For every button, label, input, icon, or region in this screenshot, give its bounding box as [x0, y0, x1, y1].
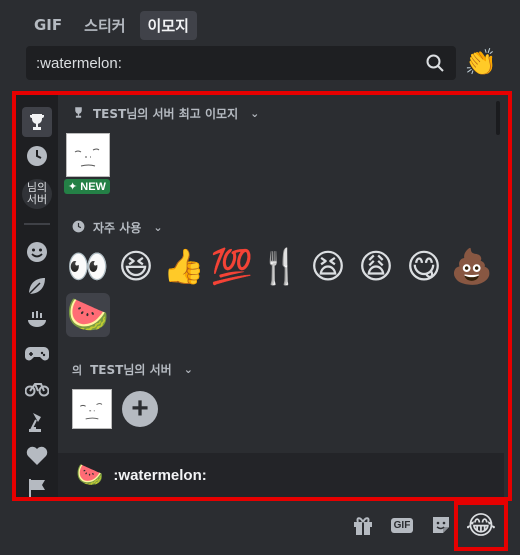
nature-icon[interactable] — [22, 271, 52, 301]
lamp-icon[interactable] — [22, 407, 52, 437]
section-server-header[interactable]: 의 TEST님의 서버 ⌄ — [72, 361, 193, 378]
search-input[interactable]: :watermelon: — [36, 55, 424, 72]
frequent-row-1: 👀 😆 👍 💯 🍴 😫 😩 😋 💩 — [66, 245, 494, 289]
tab-gif[interactable]: GIF — [26, 12, 70, 38]
chevron-down-icon: ⌄ — [153, 221, 163, 234]
search-icon[interactable] — [424, 52, 446, 74]
emoji-laughing[interactable]: 😆 — [114, 245, 158, 289]
section-top-header[interactable]: TEST님의 서버 최고 이모지 ⌄ — [72, 105, 259, 122]
picker-tabs: GIF 스티커 이모지 — [26, 10, 197, 40]
emoji-grid-area: TEST님의 서버 최고 이모지 ⌄ ✦ NEW 자주 사용 ⌄ 👀 😆 👍 💯… — [58, 95, 504, 497]
bicycle-icon[interactable] — [22, 373, 52, 403]
clock-icon[interactable] — [22, 141, 52, 171]
food-icon[interactable] — [22, 305, 52, 335]
custom-emoji-face[interactable] — [66, 133, 110, 177]
tab-emoji[interactable]: 이모지 — [139, 10, 197, 40]
category-rail: 님의 서버 — [16, 95, 58, 497]
tab-stickers[interactable]: 스티커 — [76, 11, 133, 40]
emoji-picker: 님의 서버 TEST님의 서버 최고 이모지 ⌄ ✦ NEW 자주 사용 ⌄ 👀… — [12, 91, 512, 501]
chevron-down-icon: ⌄ — [183, 363, 193, 376]
scrollbar[interactable] — [496, 101, 500, 135]
preview-emoji: 🍉 — [76, 462, 104, 488]
people-icon[interactable] — [22, 237, 52, 267]
emoji-weary[interactable]: 😩 — [354, 245, 398, 289]
gamepad-icon[interactable] — [22, 339, 52, 369]
emoji-poop[interactable]: 💩 — [450, 245, 494, 289]
server-icon: 의 — [72, 363, 83, 377]
emoji-thumbsup[interactable]: 👍 — [162, 245, 206, 289]
emoji-watermelon[interactable]: 🍉 — [66, 293, 110, 337]
server-icon[interactable]: 님의 서버 — [22, 179, 52, 209]
flag-icon[interactable] — [22, 473, 52, 497]
frequent-row-2: 🍉 — [66, 293, 110, 337]
rail-divider — [24, 223, 50, 225]
emoji-eyes[interactable]: 👀 — [66, 245, 110, 289]
emoji-fork-knife[interactable]: 🍴 — [258, 245, 302, 289]
custom-emoji-face[interactable] — [72, 389, 112, 429]
section-title: 자주 사용 — [93, 221, 142, 235]
gift-icon[interactable] — [350, 512, 376, 538]
section-frequent-header[interactable]: 자주 사용 ⌄ — [72, 219, 163, 236]
preview-name: :watermelon: — [113, 466, 207, 484]
skin-tone-selector[interactable]: 👏 — [464, 46, 498, 80]
new-badge: ✦ NEW — [64, 179, 110, 194]
emoji-100[interactable]: 💯 — [210, 245, 254, 289]
section-title: TEST님의 서버 — [90, 363, 172, 377]
sticker-icon[interactable] — [428, 512, 454, 538]
chevron-down-icon: ⌄ — [250, 107, 260, 120]
gif-button[interactable]: GIF — [389, 512, 415, 538]
heart-icon[interactable] — [22, 441, 52, 471]
trophy-icon[interactable] — [22, 107, 52, 137]
emoji-preview: 🍉 :watermelon: — [58, 453, 504, 497]
section-title: TEST님의 서버 최고 이모지 — [93, 107, 239, 121]
emoji-search[interactable]: :watermelon: — [26, 46, 456, 80]
trophy-icon — [72, 106, 85, 122]
emoji-tired[interactable]: 😫 — [306, 245, 350, 289]
emoji-yum[interactable]: 😋 — [402, 245, 446, 289]
clock-icon — [72, 220, 85, 236]
gif-label: GIF — [390, 517, 414, 533]
add-emoji-button[interactable]: + — [122, 391, 158, 427]
emoji-button[interactable]: 😂 — [454, 501, 508, 551]
